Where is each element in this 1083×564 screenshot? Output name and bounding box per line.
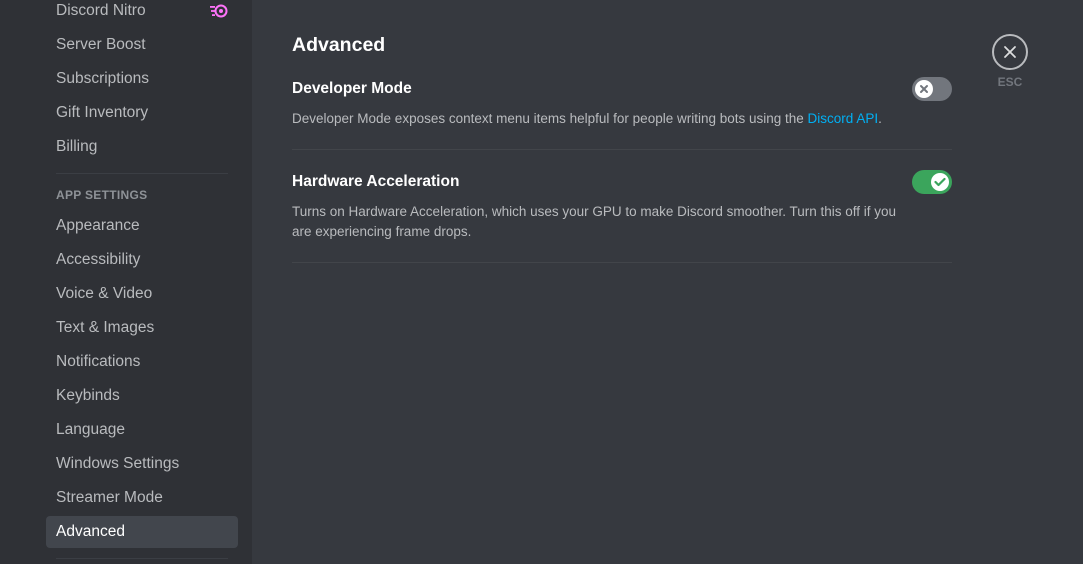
settings-sidebar: Discord Nitro Server Boost Subscriptions… [0, 0, 252, 564]
sidebar-item-notifications[interactable]: Notifications [46, 346, 238, 378]
sidebar-separator [56, 558, 228, 559]
sidebar-item-text-images[interactable]: Text & Images [46, 312, 238, 344]
sidebar-item-label: Accessibility [56, 251, 141, 268]
sidebar-section-header: APP SETTINGS [56, 188, 148, 202]
close-icon [1004, 46, 1016, 58]
sidebar-item-advanced[interactable]: Advanced [46, 516, 238, 548]
toggle-knob [931, 173, 949, 191]
sidebar-item-label: Billing [56, 138, 98, 155]
description-text: Developer Mode exposes context menu item… [292, 111, 808, 126]
check-icon [934, 177, 946, 187]
sidebar-item-label: Voice & Video [56, 285, 153, 302]
divider [292, 149, 952, 150]
settings-window: Discord Nitro Server Boost Subscriptions… [0, 0, 1083, 564]
sidebar-item-discord-nitro[interactable]: Discord Nitro [46, 0, 238, 27]
sidebar-item-gift-inventory[interactable]: Gift Inventory [46, 97, 238, 129]
x-icon [920, 85, 928, 93]
developer-mode-toggle[interactable] [912, 77, 952, 101]
sidebar-item-label: Language [56, 421, 125, 438]
sidebar-item-subscriptions[interactable]: Subscriptions [46, 63, 238, 95]
sidebar-item-accessibility[interactable]: Accessibility [46, 244, 238, 276]
sidebar-item-label: Text & Images [56, 319, 155, 336]
setting-title: Hardware Acceleration [292, 173, 460, 190]
sidebar-item-label: Advanced [56, 523, 125, 540]
hardware-acceleration-toggle[interactable] [912, 170, 952, 194]
setting-title: Developer Mode [292, 80, 412, 97]
sidebar-item-server-boost[interactable]: Server Boost [46, 29, 238, 61]
close-control: ESC [992, 34, 1028, 89]
esc-label: ESC [997, 75, 1023, 89]
sidebar-item-label: Discord Nitro [56, 2, 146, 19]
sidebar-item-label: Subscriptions [56, 70, 150, 87]
sidebar-item-appearance[interactable]: Appearance [46, 210, 238, 242]
sidebar-item-voice-video[interactable]: Voice & Video [46, 278, 238, 310]
sidebar-item-label: Keybinds [56, 387, 120, 404]
sidebar-item-windows-settings[interactable]: Windows Settings [46, 448, 238, 480]
page-title: Advanced [292, 34, 386, 56]
divider [292, 262, 952, 263]
sidebar-item-billing[interactable]: Billing [46, 131, 238, 163]
sidebar-item-label: Notifications [56, 353, 141, 370]
sidebar-item-keybinds[interactable]: Keybinds [46, 380, 238, 412]
sidebar-item-streamer-mode[interactable]: Streamer Mode [46, 482, 238, 514]
toggle-knob [915, 80, 933, 98]
sidebar-item-label: Windows Settings [56, 455, 180, 472]
close-button[interactable] [992, 34, 1028, 70]
sidebar-separator [56, 173, 228, 174]
sidebar-item-language[interactable]: Language [46, 414, 238, 446]
discord-api-link[interactable]: Discord API [808, 111, 879, 126]
sidebar-item-label: Streamer Mode [56, 489, 163, 506]
nitro-icon [210, 4, 228, 18]
setting-description: Turns on Hardware Acceleration, which us… [292, 204, 897, 239]
sidebar-item-label: Server Boost [56, 36, 146, 53]
sidebar-item-label: Gift Inventory [56, 104, 149, 121]
description-text: . [878, 111, 882, 126]
setting-description: Developer Mode exposes context menu item… [292, 109, 912, 129]
sidebar-item-label: Appearance [56, 217, 140, 234]
